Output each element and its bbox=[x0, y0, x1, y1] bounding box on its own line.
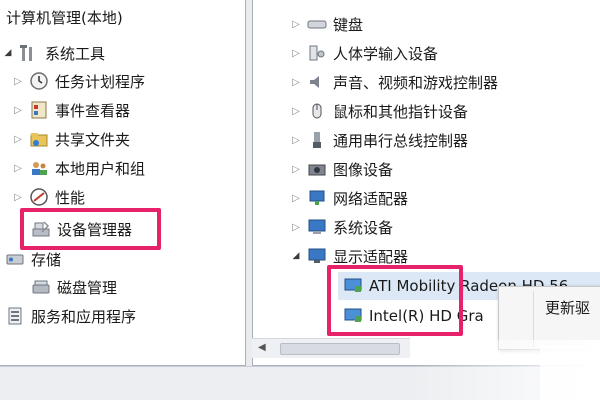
tree-item-event-viewer[interactable]: ▷ 事件查看器 bbox=[12, 97, 130, 123]
device-category-label: 声音、视频和游戏控制器 bbox=[333, 73, 499, 92]
disk-icon bbox=[30, 276, 52, 298]
usb-icon bbox=[306, 129, 328, 151]
services-icon bbox=[4, 305, 26, 327]
scroll-thumb[interactable] bbox=[280, 343, 400, 355]
tree-item-storage[interactable]: 存储 bbox=[0, 246, 61, 272]
expand-icon[interactable]: ▷ bbox=[290, 222, 302, 233]
device-category-label: 图像设备 bbox=[333, 160, 394, 179]
collapse-icon[interactable]: ◢ bbox=[2, 48, 14, 58]
display-adapter-icon bbox=[342, 275, 364, 297]
navigation-tree: 计算机管理(本地) ◢ 系统工具 ▷ 任务计划程序 ▷ 事件查看器 ▷ 共享文件… bbox=[0, 0, 246, 366]
expand-icon[interactable]: ▷ bbox=[290, 106, 302, 117]
scroll-left-icon[interactable]: ◀ bbox=[258, 342, 266, 353]
expand-icon[interactable]: ▷ bbox=[12, 192, 24, 203]
tree-root[interactable]: 计算机管理(本地) bbox=[6, 4, 123, 30]
tree-item-label: 服务和应用程序 bbox=[31, 307, 137, 326]
expand-icon[interactable]: ▷ bbox=[290, 77, 302, 88]
device-label: Intel(R) HD Gra bbox=[369, 307, 484, 325]
horizontal-scrollbar[interactable]: ◀ bbox=[252, 338, 410, 358]
device-category-keyboard[interactable]: ▷ 键盘 bbox=[290, 10, 363, 38]
device-category-label: 网络适配器 bbox=[333, 189, 409, 208]
expand-icon[interactable]: ▷ bbox=[290, 193, 302, 204]
device-category-sound[interactable]: ▷ 声音、视频和游戏控制器 bbox=[290, 68, 498, 96]
menu-item-update-driver[interactable]: 更新驱 bbox=[545, 297, 590, 318]
clock-icon bbox=[28, 70, 50, 92]
device-category-hid[interactable]: ▷ 人体学输入设备 bbox=[290, 39, 438, 67]
device-category-network[interactable]: ▷ 网络适配器 bbox=[290, 184, 408, 212]
device-category-label: 键盘 bbox=[333, 15, 364, 34]
keyboard-icon bbox=[306, 13, 328, 35]
tree-item-label: 共享文件夹 bbox=[55, 130, 131, 149]
expand-icon[interactable]: ▷ bbox=[12, 134, 24, 145]
expand-icon[interactable]: ▷ bbox=[290, 164, 302, 175]
device-intel-adapter[interactable]: Intel(R) HD Gra bbox=[338, 302, 484, 330]
device-category-label: 通用串行总线控制器 bbox=[333, 131, 469, 150]
device-category-label: 鼠标和其他指针设备 bbox=[333, 102, 469, 121]
tree-item-system-tools[interactable]: ◢ 系统工具 bbox=[2, 40, 105, 66]
speaker-icon bbox=[306, 71, 328, 93]
expand-icon[interactable]: ▷ bbox=[290, 48, 302, 59]
tree-item-label: 事件查看器 bbox=[55, 101, 131, 120]
device-category-label: 人体学输入设备 bbox=[333, 44, 439, 63]
expand-icon[interactable]: ▷ bbox=[12, 163, 24, 174]
mouse-icon bbox=[306, 100, 328, 122]
device-category-label: 显示适配器 bbox=[333, 247, 409, 266]
device-category-imaging[interactable]: ▷ 图像设备 bbox=[290, 155, 393, 183]
system-device-icon bbox=[306, 216, 328, 238]
network-icon bbox=[306, 187, 328, 209]
tools-icon bbox=[18, 42, 40, 64]
device-category-system[interactable]: ▷ 系统设备 bbox=[290, 213, 393, 241]
tree-item-disk-management[interactable]: 磁盘管理 bbox=[26, 274, 117, 300]
monitor-icon bbox=[306, 245, 328, 267]
device-manager-icon bbox=[30, 218, 52, 240]
tree-item-label: 磁盘管理 bbox=[57, 278, 118, 297]
tree-item-performance[interactable]: ▷ 性能 bbox=[12, 184, 85, 210]
tree-root-label: 计算机管理(本地) bbox=[6, 8, 123, 27]
shared-folder-icon bbox=[28, 128, 50, 150]
performance-icon bbox=[28, 186, 50, 208]
computer-management-window: 计算机管理(本地) ◢ 系统工具 ▷ 任务计划程序 ▷ 事件查看器 ▷ 共享文件… bbox=[0, 0, 600, 400]
tree-item-label: 本地用户和组 bbox=[55, 159, 146, 178]
menu-separator bbox=[533, 291, 534, 347]
expand-icon[interactable]: ▷ bbox=[12, 76, 24, 87]
storage-icon bbox=[4, 248, 26, 270]
tree-item-local-users[interactable]: ▷ 本地用户和组 bbox=[12, 155, 145, 181]
tree-item-label: 存储 bbox=[31, 250, 62, 269]
display-adapter-icon bbox=[342, 305, 364, 327]
device-category-display[interactable]: ◢ 显示适配器 bbox=[290, 242, 408, 270]
tree-item-label: 系统工具 bbox=[45, 44, 106, 63]
tree-item-device-manager[interactable]: 设备管理器 bbox=[26, 216, 132, 242]
tree-item-services[interactable]: 服务和应用程序 bbox=[0, 303, 136, 329]
tree-item-label: 任务计划程序 bbox=[55, 72, 146, 91]
device-category-label: 系统设备 bbox=[333, 218, 394, 237]
expand-icon[interactable]: ▷ bbox=[12, 105, 24, 116]
tree-item-label: 性能 bbox=[55, 188, 86, 207]
tree-item-task-scheduler[interactable]: ▷ 任务计划程序 bbox=[12, 68, 145, 94]
device-category-usb[interactable]: ▷ 通用串行总线控制器 bbox=[290, 126, 468, 154]
tree-item-shared-folders[interactable]: ▷ 共享文件夹 bbox=[12, 126, 130, 152]
expand-icon[interactable]: ▷ bbox=[290, 135, 302, 146]
fade-overlay bbox=[540, 346, 600, 400]
camera-icon bbox=[306, 158, 328, 180]
hid-icon bbox=[306, 42, 328, 64]
event-log-icon bbox=[28, 99, 50, 121]
expand-icon[interactable]: ▷ bbox=[290, 19, 302, 30]
users-icon bbox=[28, 157, 50, 179]
tree-item-label: 设备管理器 bbox=[57, 220, 133, 239]
collapse-icon[interactable]: ◢ bbox=[290, 251, 302, 261]
device-category-mouse[interactable]: ▷ 鼠标和其他指针设备 bbox=[290, 97, 468, 125]
